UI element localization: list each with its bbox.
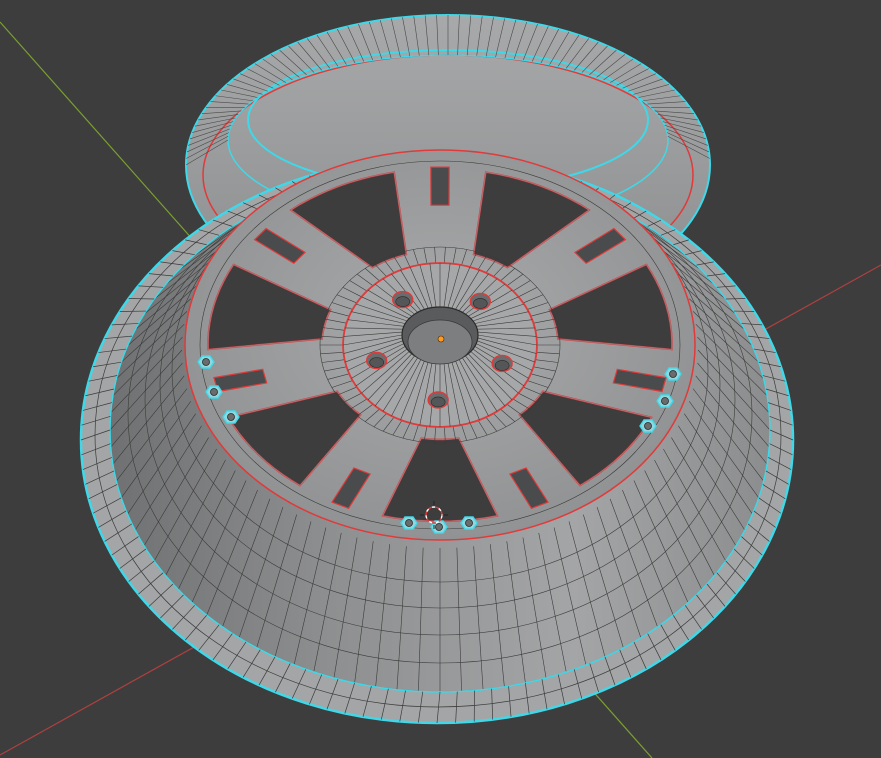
lug-hole[interactable] bbox=[427, 391, 449, 409]
bolt-icon[interactable] bbox=[664, 367, 682, 381]
lug-hole[interactable] bbox=[392, 290, 414, 309]
lug-hole[interactable] bbox=[469, 292, 491, 311]
bolt-icon[interactable] bbox=[656, 394, 674, 408]
3d-viewport[interactable] bbox=[0, 0, 881, 758]
hub[interactable] bbox=[342, 262, 538, 428]
viewport-canvas[interactable] bbox=[0, 0, 881, 758]
bolt-icon[interactable] bbox=[197, 355, 215, 369]
bolt-icon[interactable] bbox=[400, 516, 418, 530]
bolt-icon[interactable] bbox=[205, 385, 223, 399]
lug-hole[interactable] bbox=[365, 351, 388, 370]
spoke-slot[interactable] bbox=[430, 166, 450, 206]
bolt-icon[interactable] bbox=[639, 419, 657, 433]
origin-point-icon bbox=[437, 335, 445, 343]
bolt-icon[interactable] bbox=[222, 410, 240, 424]
lug-hole[interactable] bbox=[491, 354, 513, 373]
bolt-icon[interactable] bbox=[460, 516, 478, 530]
